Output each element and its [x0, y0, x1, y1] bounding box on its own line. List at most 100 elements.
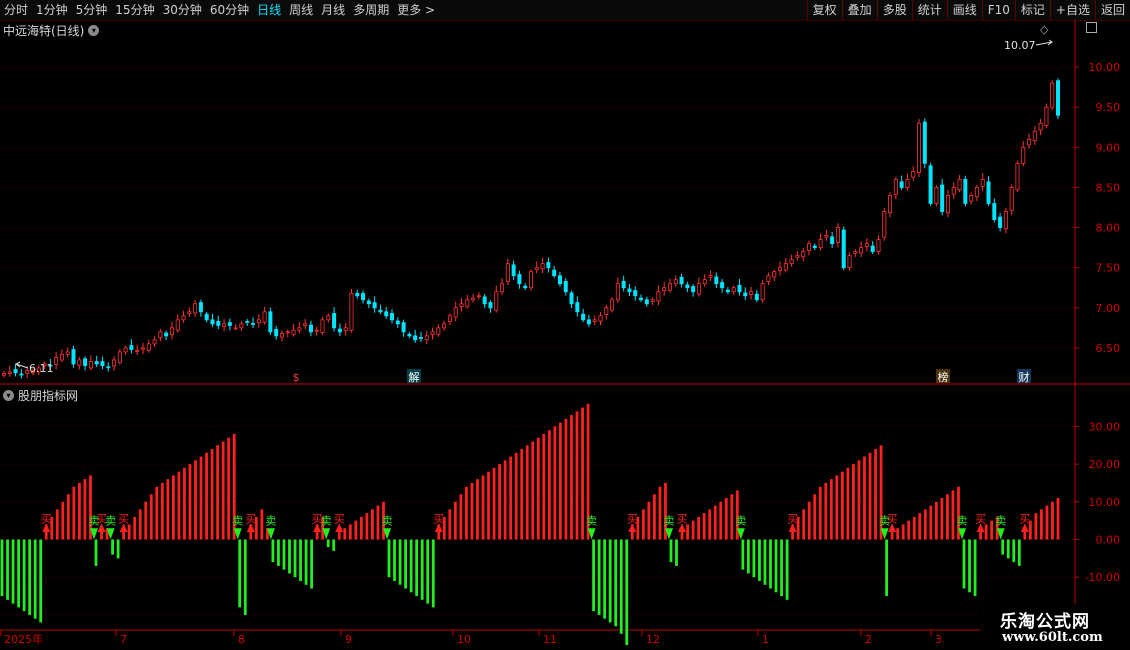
- candle-body: [621, 280, 626, 289]
- candle-body: [696, 283, 701, 295]
- indicator-bar: [476, 479, 479, 540]
- indicator-bar: [564, 418, 568, 540]
- indicator-bar: [835, 475, 839, 540]
- indicator-bar: [509, 456, 513, 540]
- candle-body: [760, 283, 765, 301]
- candle-body: [899, 181, 904, 188]
- candle-body: [575, 302, 580, 313]
- indicator-bar: [481, 475, 485, 540]
- candle-body: [974, 187, 979, 198]
- candle-body: [279, 333, 284, 338]
- indicator-bar: [453, 501, 457, 540]
- candle-body: [198, 302, 203, 313]
- ind-y-tick-label: 30.00: [1089, 420, 1121, 433]
- indicator-bar: [94, 539, 98, 566]
- candle-body: [1044, 106, 1049, 127]
- candle-body: [54, 357, 59, 365]
- sell-signal-label: 卖: [735, 514, 746, 527]
- candle-body: [239, 323, 244, 329]
- indicator-bar: [371, 509, 374, 540]
- indicator-bar: [155, 486, 159, 540]
- candle-body: [662, 287, 667, 291]
- indicator-bar: [951, 490, 955, 540]
- indicator-bar: [11, 539, 15, 604]
- candle-body: [812, 245, 817, 249]
- indicator-bar: [547, 430, 551, 540]
- candle-body: [743, 292, 748, 297]
- candle-body: [500, 283, 505, 293]
- indicator-bar: [127, 524, 131, 540]
- indicator-bar: [686, 524, 689, 540]
- indicator-bar: [769, 539, 772, 589]
- main-y-tick-label: 9.00: [1096, 141, 1121, 154]
- candle-body: [488, 302, 493, 309]
- sell-signal-label: 卖: [957, 514, 968, 527]
- indicator-bar: [332, 539, 336, 551]
- indicator-bar: [713, 505, 717, 540]
- candle-body: [679, 276, 684, 285]
- candle-body: [1032, 130, 1037, 141]
- indicator-bar: [857, 460, 861, 540]
- main-y-tick-label: 6.50: [1096, 342, 1121, 355]
- indicator-bar: [288, 539, 291, 574]
- candle-body: [598, 315, 603, 322]
- indicator-bar: [984, 524, 988, 540]
- indicator-bar: [752, 539, 756, 578]
- candle-body: [245, 321, 250, 323]
- x-axis-label: 2: [865, 633, 872, 646]
- candle-body: [928, 165, 933, 204]
- stock-chart[interactable]: 买卖买卖买卖买卖买卖买卖买卖买卖买卖买卖买卖买卖买 10.009.509.008…: [0, 0, 1130, 650]
- candle-body: [413, 335, 418, 341]
- candle-body: [876, 239, 881, 253]
- indicator-bar: [785, 539, 789, 600]
- indicator-bar: [133, 516, 137, 540]
- candlestick-series: [2, 78, 1061, 379]
- indicator-bar: [227, 437, 231, 540]
- candle-body: [627, 288, 632, 293]
- indicator-bar: [398, 539, 402, 585]
- indicator-bar: [61, 501, 65, 540]
- indicator-bar: [912, 516, 916, 540]
- indicator-bar: [470, 482, 474, 540]
- candle-body: [586, 319, 591, 325]
- candle-body: [2, 373, 7, 376]
- event-marker: $: [293, 371, 300, 384]
- indicator-bar: [431, 539, 435, 608]
- candle-body: [274, 329, 279, 337]
- indicator-bar: [597, 539, 601, 615]
- candle-body: [326, 315, 331, 321]
- indicator-bar: [746, 539, 750, 574]
- candle-body: [1015, 162, 1020, 191]
- indicator-bar: [354, 520, 358, 540]
- low-arrow-icon: [14, 361, 29, 369]
- indicator-bar: [763, 539, 767, 585]
- indicator-bar: [669, 539, 673, 563]
- indicator-bar: [498, 464, 501, 540]
- indicator-bar: [243, 539, 247, 615]
- candle-body: [71, 349, 76, 365]
- candle-body: [772, 271, 777, 278]
- candle-body: [476, 295, 481, 298]
- indicator-bar: [758, 539, 761, 581]
- indicator-bar: [619, 539, 623, 634]
- candle-body: [951, 187, 956, 195]
- indicator-bar: [691, 520, 695, 540]
- indicator-bar: [183, 467, 186, 540]
- indicator-bar: [1034, 513, 1038, 540]
- indicator-bar: [807, 501, 811, 540]
- candle-body: [940, 184, 945, 212]
- indicator-bar: [17, 539, 20, 608]
- candle-body: [366, 300, 371, 305]
- candle-body: [320, 319, 325, 334]
- indicator-bar: [171, 475, 175, 540]
- indicator-bar: [934, 501, 938, 540]
- candle-body: [337, 328, 342, 333]
- indicator-bar: [829, 479, 833, 540]
- candle-body: [731, 287, 736, 293]
- indicator-bar: [741, 539, 745, 570]
- candle-body: [963, 179, 968, 204]
- indicator-bar: [116, 539, 120, 559]
- indicator-bar: [487, 471, 490, 540]
- candle-body: [610, 299, 615, 311]
- indicator-bar: [581, 407, 584, 540]
